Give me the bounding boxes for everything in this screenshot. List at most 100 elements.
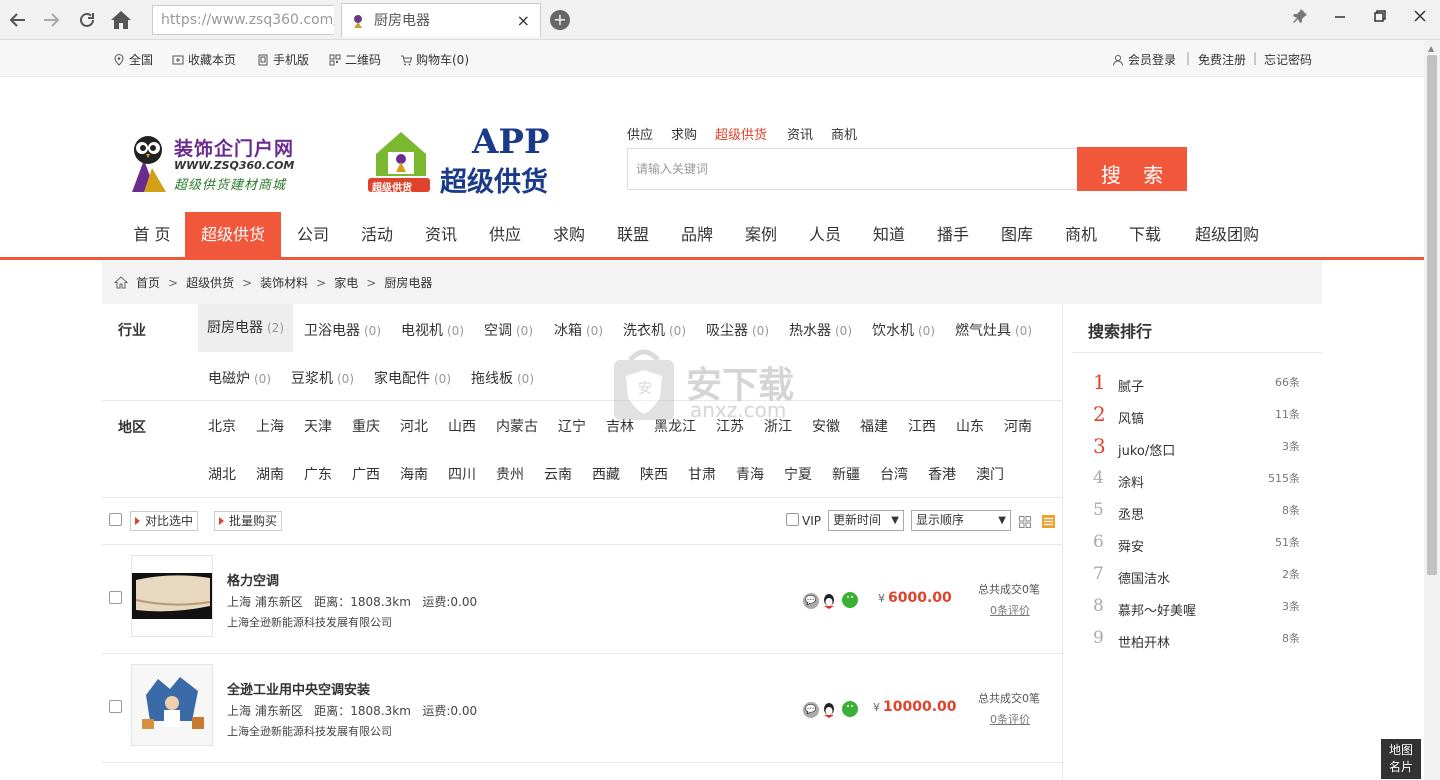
location-link[interactable]: 全国	[113, 51, 153, 68]
product-checkbox[interactable]	[109, 700, 122, 713]
region-option[interactable]: 山东	[956, 416, 984, 436]
ranking-keyword-link[interactable]: 涂料	[1118, 472, 1144, 491]
minimize-icon[interactable]	[1328, 8, 1352, 32]
ranking-keyword-link[interactable]: juko/悠口	[1118, 440, 1175, 459]
region-option[interactable]: 辽宁	[558, 416, 586, 436]
nav-people[interactable]: 人员	[793, 212, 857, 257]
product-image[interactable]	[131, 555, 213, 637]
industry-option[interactable]: 豆浆机 (0)	[291, 368, 354, 388]
region-option[interactable]: 西藏	[592, 464, 620, 484]
industry-option[interactable]: 洗衣机 (0)	[623, 320, 686, 340]
url-input[interactable]: https://www.zsq360.com/m	[152, 5, 334, 35]
region-option[interactable]: 海南	[400, 464, 428, 484]
product-title[interactable]: 全逊工业用中央空调安装	[227, 679, 370, 698]
nav-case[interactable]: 案例	[729, 212, 793, 257]
region-option[interactable]: 重庆	[352, 416, 380, 436]
scrollbar-thumb[interactable]	[1427, 55, 1437, 575]
mobile-link[interactable]: 手机版	[257, 51, 309, 68]
nav-alliance[interactable]: 联盟	[601, 212, 665, 257]
search-tab-supply[interactable]: 供应	[627, 124, 653, 143]
region-option[interactable]: 北京	[208, 416, 236, 436]
nav-supply[interactable]: 供应	[473, 212, 537, 257]
qq-icon[interactable]	[821, 701, 837, 718]
industry-option[interactable]: 厨房电器 (2)	[198, 304, 293, 352]
compare-button[interactable]: 对比选中	[130, 511, 199, 531]
breadcrumb-super-supply[interactable]: 超级供货	[186, 274, 234, 291]
breadcrumb-kitchen[interactable]: 厨房电器	[384, 274, 432, 291]
region-option[interactable]: 山西	[448, 416, 476, 436]
region-option[interactable]: 云南	[544, 464, 572, 484]
restore-icon[interactable]	[1368, 8, 1392, 32]
industry-option[interactable]: 拖线板 (0)	[471, 368, 534, 388]
ranking-keyword-link[interactable]: 舜安	[1118, 536, 1144, 555]
region-option[interactable]: 宁夏	[784, 464, 812, 484]
region-option[interactable]: 上海	[256, 416, 284, 436]
nav-activity[interactable]: 活动	[345, 212, 409, 257]
region-option[interactable]: 四川	[448, 464, 476, 484]
industry-option[interactable]: 家电配件 (0)	[374, 368, 451, 388]
reload-icon[interactable]	[75, 8, 99, 32]
product-image[interactable]	[131, 664, 213, 746]
search-tab-super-supply[interactable]: 超级供货	[715, 124, 767, 143]
list-view-icon[interactable]	[1042, 515, 1055, 528]
chat-icon[interactable]: 💬	[803, 702, 819, 718]
region-option[interactable]: 湖南	[256, 464, 284, 484]
region-option[interactable]: 香港	[928, 464, 956, 484]
product-checkbox[interactable]	[109, 591, 122, 604]
region-option[interactable]: 贵州	[496, 464, 524, 484]
industry-option[interactable]: 吸尘器 (0)	[706, 320, 769, 340]
search-tab-business[interactable]: 商机	[831, 124, 857, 143]
nav-brand[interactable]: 品牌	[665, 212, 729, 257]
region-option[interactable]: 湖北	[208, 464, 236, 484]
product-company[interactable]: 上海全逊新能源科技发展有限公司	[227, 723, 392, 739]
region-option[interactable]: 河北	[400, 416, 428, 436]
nav-gallery[interactable]: 图库	[985, 212, 1049, 257]
forgot-password-link[interactable]: 忘记密码	[1264, 51, 1312, 68]
industry-option[interactable]: 电磁炉 (0)	[208, 368, 271, 388]
region-option[interactable]: 台湾	[880, 464, 908, 484]
chat-icon[interactable]: 💬	[803, 593, 819, 609]
map-card-button[interactable]: 地图 名片	[1381, 739, 1421, 779]
tab-active[interactable]: 厨房电器 ×	[341, 3, 541, 37]
ranking-keyword-link[interactable]: 世柏开林	[1118, 632, 1170, 651]
region-option[interactable]: 江西	[908, 416, 936, 436]
ranking-keyword-link[interactable]: 丞思	[1118, 504, 1144, 523]
industry-option[interactable]: 热水器 (0)	[789, 320, 852, 340]
select-all-checkbox[interactable]	[109, 513, 122, 526]
ranking-keyword-link[interactable]: 风镐	[1118, 408, 1144, 427]
nav-company[interactable]: 公司	[281, 212, 345, 257]
region-option[interactable]: 天津	[304, 416, 332, 436]
scroll-up-arrow-icon[interactable]: ▲	[1428, 44, 1434, 53]
product-reviews-link[interactable]: 0条评价	[990, 711, 1030, 727]
back-icon[interactable]	[6, 8, 30, 32]
ranking-keyword-link[interactable]: 德国洁水	[1118, 568, 1170, 587]
site-logo[interactable]: 装饰企门户网 WWW.ZSQ360.COM 超级供货建材商城	[126, 132, 302, 194]
nav-player[interactable]: 播手	[921, 212, 985, 257]
product-reviews-link[interactable]: 0条评价	[990, 602, 1030, 618]
sort-time-select[interactable]: 更新时间 ▼	[828, 510, 904, 531]
close-window-icon[interactable]	[1408, 8, 1432, 32]
nav-super-supply[interactable]: 超级供货	[185, 212, 281, 257]
home-icon[interactable]	[109, 8, 133, 32]
tab-close-icon[interactable]: ×	[517, 4, 530, 38]
region-option[interactable]: 广东	[304, 464, 332, 484]
product-title[interactable]: 格力空调	[227, 570, 279, 589]
new-tab-icon[interactable]: +	[550, 10, 570, 30]
product-company[interactable]: 上海全逊新能源科技发展有限公司	[227, 614, 392, 630]
nav-news[interactable]: 资讯	[409, 212, 473, 257]
nav-home[interactable]: 首 页	[120, 212, 184, 257]
pin-icon[interactable]	[1288, 8, 1312, 32]
breadcrumb-appliances[interactable]: 家电	[334, 274, 358, 291]
region-option[interactable]: 福建	[860, 416, 888, 436]
login-link[interactable]: 会员登录	[1112, 51, 1176, 68]
nav-know[interactable]: 知道	[857, 212, 921, 257]
cart-link[interactable]: 购物车(0)	[400, 51, 469, 68]
forward-icon[interactable]	[39, 8, 63, 32]
region-option[interactable]: 澳门	[976, 464, 1004, 484]
search-input[interactable]: 请输入关键词	[627, 148, 1078, 190]
wechat-icon[interactable]	[842, 701, 858, 717]
wechat-icon[interactable]	[842, 592, 858, 608]
nav-download[interactable]: 下载	[1113, 212, 1177, 257]
ranking-keyword-link[interactable]: 腻子	[1118, 376, 1144, 395]
breadcrumb-home[interactable]: 首页	[136, 274, 160, 291]
